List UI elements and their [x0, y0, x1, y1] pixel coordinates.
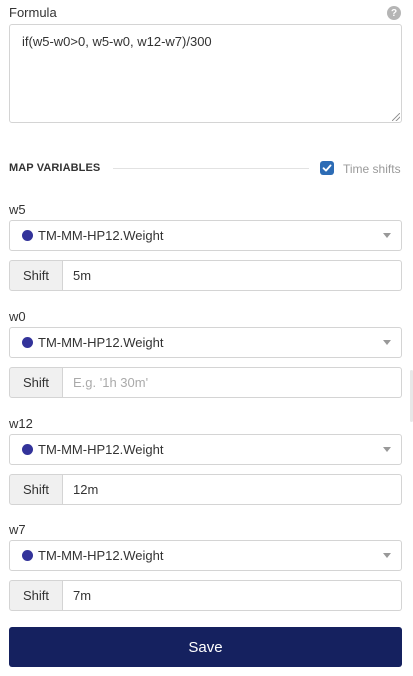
- shift-input[interactable]: 5m: [63, 260, 402, 291]
- variable-name: w5: [9, 202, 26, 217]
- shift-label: Shift: [9, 367, 63, 398]
- formula-textarea[interactable]: if(w5-w0>0, w5-w0, w12-w7)/300: [9, 24, 402, 123]
- shift-input-placeholder: E.g. '1h 30m': [73, 375, 149, 390]
- variable-name: w12: [9, 416, 33, 431]
- help-icon[interactable]: ?: [387, 6, 401, 20]
- chevron-down-icon: [383, 233, 391, 238]
- shift-input[interactable]: 7m: [63, 580, 402, 611]
- shift-input[interactable]: 12m: [63, 474, 402, 505]
- variable-name: w0: [9, 309, 26, 324]
- shift-row: Shift 12m: [9, 474, 402, 505]
- series-color-dot: [22, 230, 33, 241]
- series-color-dot: [22, 337, 33, 348]
- formula-label: Formula: [9, 5, 57, 20]
- shift-input-value: 7m: [73, 588, 92, 603]
- resize-grip-icon[interactable]: [392, 113, 400, 121]
- time-shifts-checkbox[interactable]: [320, 161, 334, 175]
- shift-row: Shift E.g. '1h 30m': [9, 367, 402, 398]
- checkmark-icon: [322, 164, 332, 172]
- formula-text: if(w5-w0>0, w5-w0, w12-w7)/300: [22, 34, 212, 49]
- source-select[interactable]: TM-MM-HP12.Weight: [9, 540, 402, 571]
- section-divider: [113, 168, 309, 169]
- source-select-value: TM-MM-HP12.Weight: [38, 228, 164, 243]
- time-shifts-label[interactable]: Time shifts: [343, 162, 401, 176]
- shift-input-value: 12m: [73, 482, 99, 497]
- save-button[interactable]: Save: [9, 627, 402, 667]
- chevron-down-icon: [383, 553, 391, 558]
- variable-name: w7: [9, 522, 26, 537]
- map-variables-title: MAP VARIABLES: [9, 162, 101, 174]
- shift-label: Shift: [9, 260, 63, 291]
- series-color-dot: [22, 550, 33, 561]
- source-select-value: TM-MM-HP12.Weight: [38, 442, 164, 457]
- shift-row: Shift 7m: [9, 580, 402, 611]
- chevron-down-icon: [383, 340, 391, 345]
- chevron-down-icon: [383, 447, 391, 452]
- source-select[interactable]: TM-MM-HP12.Weight: [9, 434, 402, 465]
- series-color-dot: [22, 444, 33, 455]
- shift-input[interactable]: E.g. '1h 30m': [63, 367, 402, 398]
- source-select[interactable]: TM-MM-HP12.Weight: [9, 327, 402, 358]
- shift-label: Shift: [9, 580, 63, 611]
- source-select[interactable]: TM-MM-HP12.Weight: [9, 220, 402, 251]
- shift-row: Shift 5m: [9, 260, 402, 291]
- shift-input-value: 5m: [73, 268, 92, 283]
- shift-label: Shift: [9, 474, 63, 505]
- source-select-value: TM-MM-HP12.Weight: [38, 548, 164, 563]
- source-select-value: TM-MM-HP12.Weight: [38, 335, 164, 350]
